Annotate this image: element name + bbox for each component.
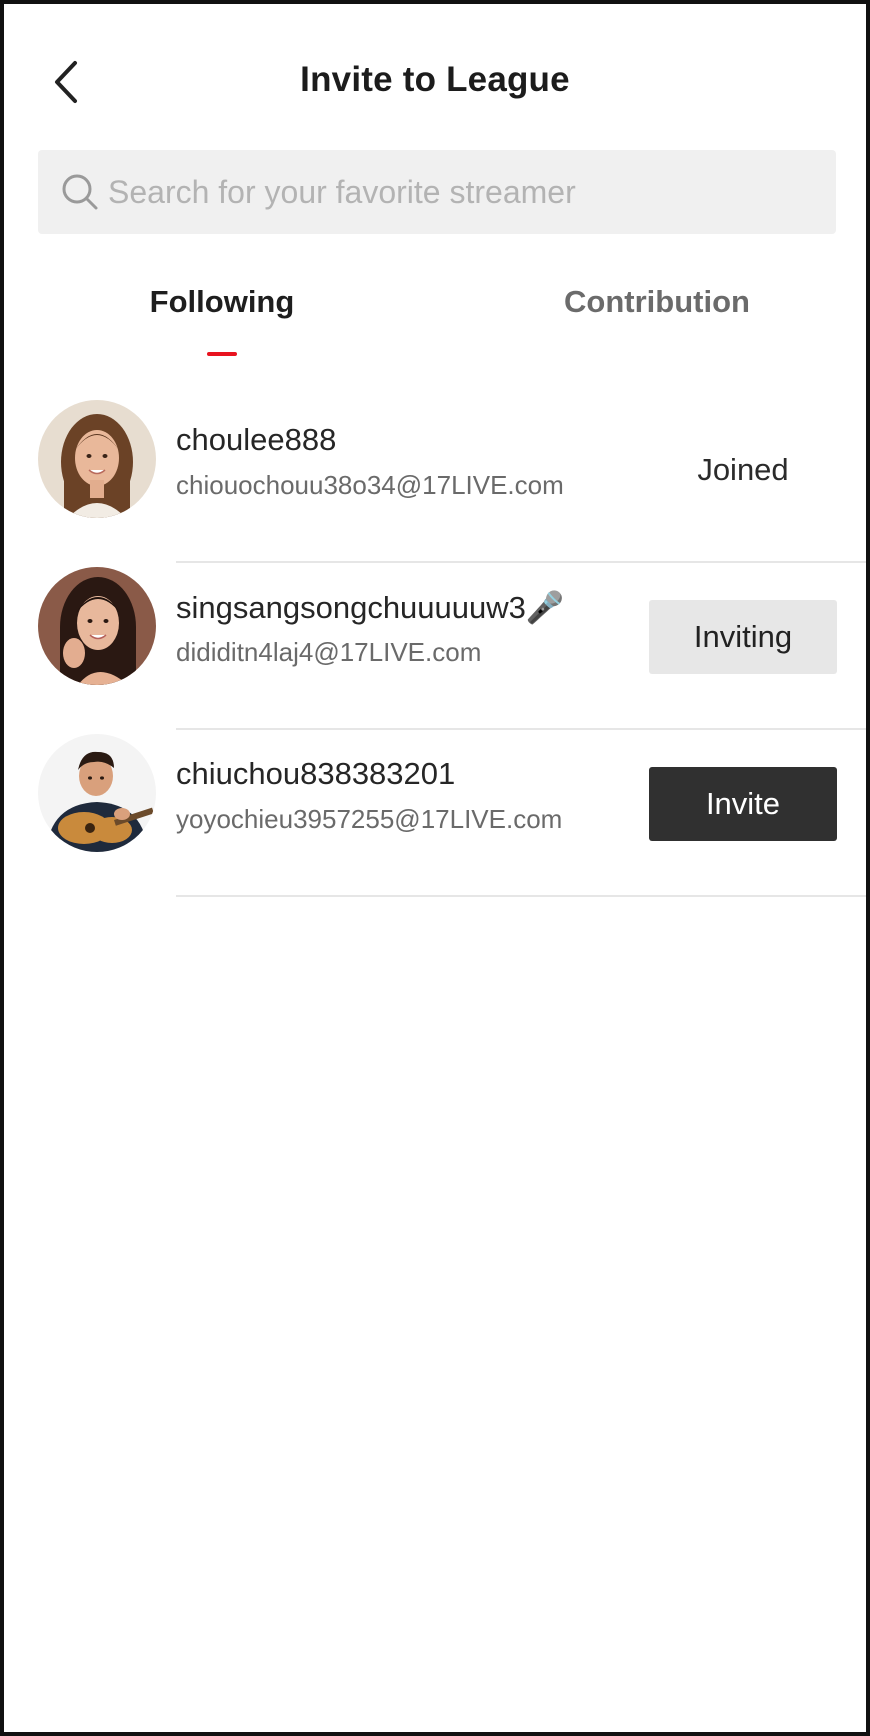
streamer-email: dididitn4laj4@17LIVE.com [176, 637, 482, 667]
streamer-name: choulee888 [176, 422, 337, 457]
inviting-button[interactable]: Inviting [649, 600, 837, 674]
streamer-email: yoyochieu3957255@17LIVE.com [176, 804, 563, 834]
page-title: Invite to League [300, 60, 570, 99]
list-item: singsangsongchuuuuuw3🎤 dididitn4laj4@17L… [4, 563, 866, 730]
list-item: choulee888 chiouochouu38o34@17LIVE.com J… [4, 396, 866, 563]
list-item: chiuchou838383201 yoyochieu3957255@17LIV… [4, 730, 866, 897]
search-icon [60, 172, 100, 212]
app-screen: Invite to League Following Contribution [0, 0, 870, 1736]
avatar [38, 734, 156, 852]
streamer-name: singsangsongchuuuuuw3🎤 [176, 590, 565, 625]
streamer-name: chiuchou838383201 [176, 756, 456, 791]
header: Invite to League [4, 4, 866, 144]
tab-contribution[interactable]: Contribution [534, 284, 780, 320]
streamer-list: choulee888 chiouochouu38o34@17LIVE.com J… [4, 396, 866, 897]
search-input[interactable] [108, 162, 836, 222]
active-tab-indicator [207, 352, 237, 356]
search-bar[interactable] [38, 150, 836, 234]
streamer-email: chiouochouu38o34@17LIVE.com [176, 470, 564, 500]
tab-following[interactable]: Following [104, 284, 340, 320]
avatar [38, 400, 156, 518]
divider [176, 895, 866, 897]
tab-bar: Following Contribution [4, 272, 866, 362]
joined-status: Joined [697, 452, 789, 487]
avatar [38, 567, 156, 685]
invite-button[interactable]: Invite [649, 767, 837, 841]
